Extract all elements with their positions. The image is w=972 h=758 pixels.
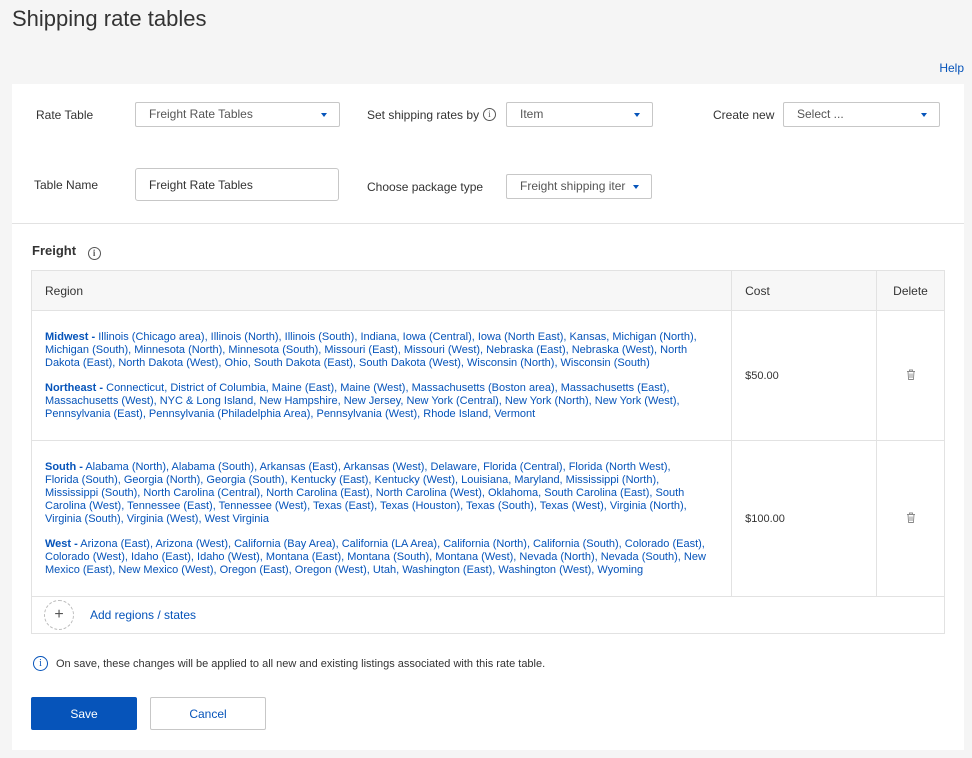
region-name: South -: [45, 460, 83, 473]
info-icon: i: [33, 656, 48, 671]
region-states: Illinois (Chicago area), Illinois (North…: [45, 330, 697, 369]
region-cell: Midwest - Illinois (Chicago area), Illin…: [30, 310, 733, 441]
caret-down-icon: [921, 113, 927, 117]
table-row: South - Alabama (North), Alabama (South)…: [30, 440, 945, 597]
section-title-text: Freight: [32, 243, 77, 258]
rate-table-value: Freight Rate Tables: [149, 107, 253, 121]
region-cell: South - Alabama (North), Alabama (South)…: [30, 440, 733, 597]
trash-icon[interactable]: [906, 512, 916, 526]
rate-table-label: Rate Table: [36, 108, 94, 122]
region-name: West -: [45, 537, 78, 550]
package-type-dropdown[interactable]: Freight shipping iter: [506, 174, 652, 199]
cost-cell[interactable]: $50.00: [731, 310, 877, 441]
cost-cell[interactable]: $100.00: [731, 440, 877, 597]
help-link[interactable]: Help: [939, 61, 964, 75]
delete-cell: [876, 310, 945, 441]
caret-down-icon: [633, 185, 639, 189]
add-regions-button[interactable]: + Add regions / states: [44, 600, 931, 630]
info-icon[interactable]: i: [483, 108, 496, 121]
region-group[interactable]: Northeast - Connecticut, District of Col…: [45, 382, 718, 421]
table-name-label: Table Name: [34, 178, 99, 192]
region-group[interactable]: West - Arizona (East), Arizona (West), C…: [45, 538, 718, 577]
save-notice: i On save, these changes will be applied…: [33, 656, 545, 671]
save-button[interactable]: Save: [31, 697, 137, 730]
region-header: Region: [30, 270, 733, 311]
rates-by-dropdown[interactable]: Item: [506, 102, 653, 127]
cancel-button[interactable]: Cancel: [150, 697, 266, 730]
caret-down-icon: [634, 113, 640, 117]
plus-icon[interactable]: +: [44, 600, 74, 630]
rate-table-dropdown[interactable]: Freight Rate Tables: [135, 102, 340, 127]
region-states: Alabama (North), Alabama (South), Arkans…: [45, 460, 687, 525]
delete-cell: [876, 440, 945, 597]
rates-table: Region Cost Delete Midwest - Illinois (C…: [30, 270, 945, 634]
rates-by-label: Set shipping rates by: [367, 108, 480, 122]
rate-table-panel: Rate Table Freight Rate Tables Set shipp…: [12, 84, 964, 750]
region-name: Northeast -: [45, 381, 104, 394]
table-header-row: Region Cost Delete: [30, 270, 945, 311]
divider: [12, 223, 964, 224]
package-type-value: Freight shipping iter: [520, 179, 626, 193]
package-type-label: Choose package type: [367, 180, 484, 194]
trash-icon[interactable]: [906, 369, 916, 383]
page-title: Shipping rate tables: [12, 6, 207, 31]
create-new-label: Create new: [713, 108, 775, 122]
create-new-dropdown[interactable]: Select ...: [783, 102, 940, 127]
region-states: Arizona (East), Arizona (West), Californ…: [45, 537, 706, 576]
add-regions-cell: + Add regions / states: [31, 596, 945, 634]
create-new-value: Select ...: [797, 107, 844, 121]
cost-header: Cost: [731, 270, 877, 311]
rates-by-value: Item: [520, 107, 544, 121]
info-icon[interactable]: i: [87, 247, 101, 260]
table-name-input[interactable]: [135, 168, 339, 201]
add-regions-row: + Add regions / states: [31, 596, 945, 634]
save-notice-text: On save, these changes will be applied t…: [56, 657, 546, 670]
delete-header: Delete: [876, 270, 945, 311]
region-name: Midwest -: [45, 330, 96, 343]
section-title: Freight i: [32, 243, 101, 260]
region-group[interactable]: Midwest - Illinois (Chicago area), Illin…: [45, 331, 718, 370]
add-regions-label[interactable]: Add regions / states: [90, 608, 196, 622]
table-row: Midwest - Illinois (Chicago area), Illin…: [30, 310, 945, 441]
region-group[interactable]: South - Alabama (North), Alabama (South)…: [45, 461, 718, 526]
region-states: Connecticut, District of Columbia, Maine…: [45, 381, 680, 420]
caret-down-icon: [321, 113, 327, 117]
